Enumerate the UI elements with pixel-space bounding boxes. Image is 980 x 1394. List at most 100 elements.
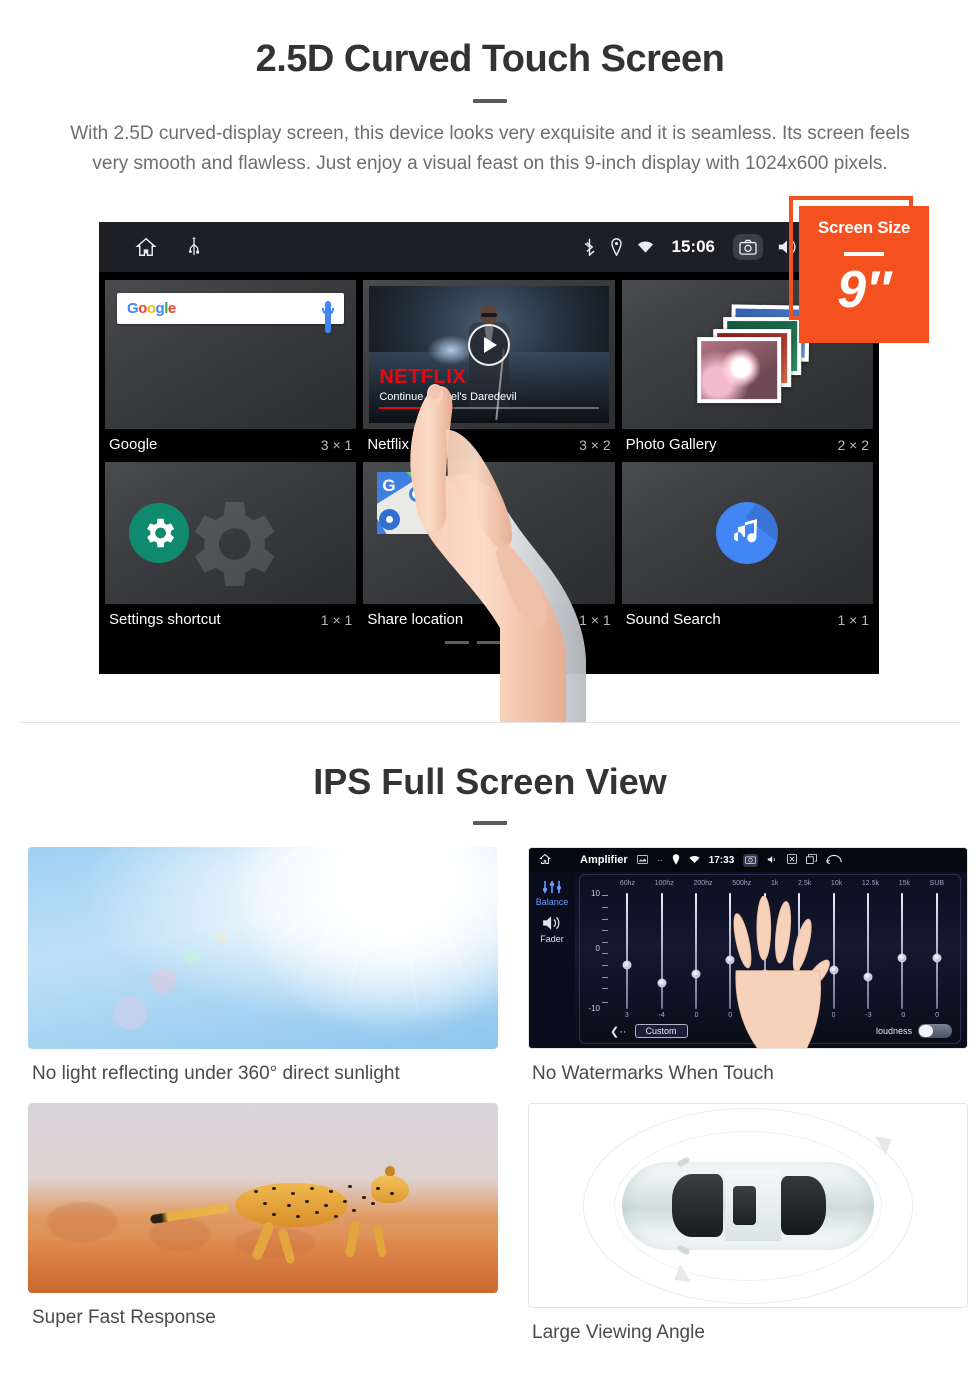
netflix-caption: Continue Marvel's Daredevil xyxy=(379,391,517,403)
music-note-icon xyxy=(716,502,779,564)
speaker-icon[interactable] xyxy=(529,915,575,933)
widget-name: Netflix xyxy=(367,436,410,453)
location-icon xyxy=(672,853,680,867)
photo-stack-icon xyxy=(688,303,818,409)
amplifier-equalizer-screenshot: Amplifier ·· 17:33 Balance Fader 60hz 10… xyxy=(529,848,967,1048)
page-dot-2[interactable] xyxy=(477,641,501,644)
band-label: SUB xyxy=(929,880,945,887)
eq-slider[interactable] xyxy=(657,893,667,1009)
sound-search-widget[interactable] xyxy=(621,462,873,604)
widget-name: Settings shortcut xyxy=(109,611,221,628)
widget-sound-search[interactable]: Sound Search 1 × 1 xyxy=(621,462,873,634)
sunlight-panel xyxy=(28,847,498,1049)
loudness-toggle[interactable] xyxy=(918,1024,952,1038)
prev-preset-icon[interactable]: ❮·· xyxy=(610,1025,627,1038)
sidebar-item-fader[interactable]: Fader xyxy=(529,934,575,944)
panel-caption: No light reflecting under 360° direct su… xyxy=(32,1063,400,1084)
eq-value: 3 xyxy=(624,1012,629,1019)
cheetah-panel xyxy=(28,1103,498,1293)
sunlight-sky-photo xyxy=(28,847,498,1049)
widget-name: Google xyxy=(109,436,158,453)
wifi-icon xyxy=(637,240,654,254)
loudness-control[interactable]: loudness xyxy=(876,1024,952,1038)
camera-icon[interactable] xyxy=(743,853,759,867)
screen-size-value: 9″ xyxy=(837,261,891,319)
widget-size: 1 × 1 xyxy=(579,611,611,628)
scale-value: 0 xyxy=(595,944,600,954)
google-search-widget[interactable]: Google xyxy=(105,280,357,429)
settings-shortcut-widget[interactable] xyxy=(105,462,357,604)
camera-icon[interactable] xyxy=(733,234,763,260)
band-label: 500hz xyxy=(732,880,752,887)
location-icon xyxy=(610,238,623,256)
status-bar-clock: 15:06 xyxy=(671,237,715,256)
band-label: 2.5k xyxy=(798,880,812,887)
band-label: 200hz xyxy=(693,880,713,887)
eq-scale: 10 0 -10 xyxy=(586,889,608,1013)
eq-band-labels: 60hz 100hz 200hz 500hz 1k 2.5k 10k 12.5k… xyxy=(580,875,960,887)
maps-icon: G xyxy=(377,472,440,534)
volume-icon[interactable] xyxy=(767,855,778,866)
usb-icon xyxy=(187,237,201,257)
badge-divider xyxy=(844,252,884,256)
panel-caption: No Watermarks When Touch xyxy=(532,1063,774,1084)
amp-app-title: Amplifier xyxy=(580,854,628,866)
widget-share-location[interactable]: G Share location 1 × 1 xyxy=(363,462,615,634)
close-icon[interactable] xyxy=(787,854,798,866)
home-icon[interactable] xyxy=(135,236,157,258)
widget-row-1: Google Google 3 × 1 NETFLIX Continue Mar… xyxy=(105,280,873,459)
share-location-widget[interactable]: G xyxy=(363,462,615,604)
ips-full-screen-view-section: IPS Full Screen View No light reflecting… xyxy=(0,723,980,1362)
dots-icon: ·· xyxy=(656,855,663,865)
widget-size: 3 × 2 xyxy=(579,436,611,453)
bluetooth-icon xyxy=(583,238,596,256)
page-dot-1[interactable] xyxy=(445,641,469,644)
sidebar-item-balance[interactable]: Balance xyxy=(529,897,575,907)
play-button-icon[interactable] xyxy=(467,323,510,366)
page-dot-3-active[interactable] xyxy=(509,641,533,644)
panel-caption: Large Viewing Angle xyxy=(532,1322,705,1343)
eq-slider[interactable] xyxy=(622,893,632,1009)
scale-value: 10 xyxy=(591,889,600,898)
widget-google[interactable]: Google Google 3 × 1 xyxy=(105,280,357,459)
eq-slider[interactable] xyxy=(897,893,907,1009)
loudness-label: loudness xyxy=(875,1026,912,1036)
section-subtitle: With 2.5D curved-display screen, this de… xyxy=(70,123,910,174)
feature-cell-cheetah: Super Fast Response xyxy=(28,1103,498,1362)
widget-label: Google 3 × 1 xyxy=(105,429,356,459)
widget-size: 1 × 1 xyxy=(837,611,869,628)
widget-netflix[interactable]: NETFLIX Continue Marvel's Daredevil Netf… xyxy=(363,280,615,459)
netflix-widget[interactable]: NETFLIX Continue Marvel's Daredevil xyxy=(363,280,615,429)
page-indicator[interactable] xyxy=(105,637,873,644)
gear-icon-background xyxy=(174,488,286,604)
device-screen: 15:06 Google Google 3 × 1 NETFLIX Contin… xyxy=(99,222,879,674)
widget-size: 2 × 2 xyxy=(837,436,869,453)
widget-size: 1 × 1 xyxy=(320,611,353,628)
widget-name: Share location xyxy=(367,611,464,628)
band-label: 60hz xyxy=(619,880,636,887)
feature-cell-sunlight: No light reflecting under 360° direct su… xyxy=(28,847,498,1103)
gear-icon xyxy=(129,503,189,563)
band-label: 15k xyxy=(898,880,910,887)
back-arrow-icon[interactable] xyxy=(826,854,842,866)
wifi-icon xyxy=(689,855,700,866)
eq-value: 0 xyxy=(901,1012,906,1019)
netflix-brand: NETFLIX xyxy=(379,366,467,388)
progress-bar xyxy=(379,407,599,409)
widget-picker: Google Google 3 × 1 NETFLIX Continue Mar… xyxy=(99,272,879,644)
google-search-bar[interactable]: Google xyxy=(117,293,345,333)
widget-name: Photo Gallery xyxy=(625,436,717,453)
microphone-icon[interactable] xyxy=(322,300,335,333)
hand-overlay-amp xyxy=(733,896,830,1048)
band-label: 1k xyxy=(770,880,779,887)
recents-icon[interactable] xyxy=(806,854,818,866)
widget-settings-shortcut[interactable]: Settings shortcut 1 × 1 xyxy=(105,462,357,634)
widget-label: Netflix 3 × 2 xyxy=(363,429,614,459)
sliders-icon[interactable] xyxy=(542,880,562,896)
screen-size-label: Screen Size xyxy=(817,218,911,237)
car-panel xyxy=(528,1103,968,1308)
google-logo: Google xyxy=(127,300,176,317)
eq-slider[interactable] xyxy=(932,893,942,1009)
feature-cell-amplifier: Amplifier ·· 17:33 Balance Fader 60hz 10… xyxy=(528,847,968,1103)
widget-label: Settings shortcut 1 × 1 xyxy=(105,604,356,634)
